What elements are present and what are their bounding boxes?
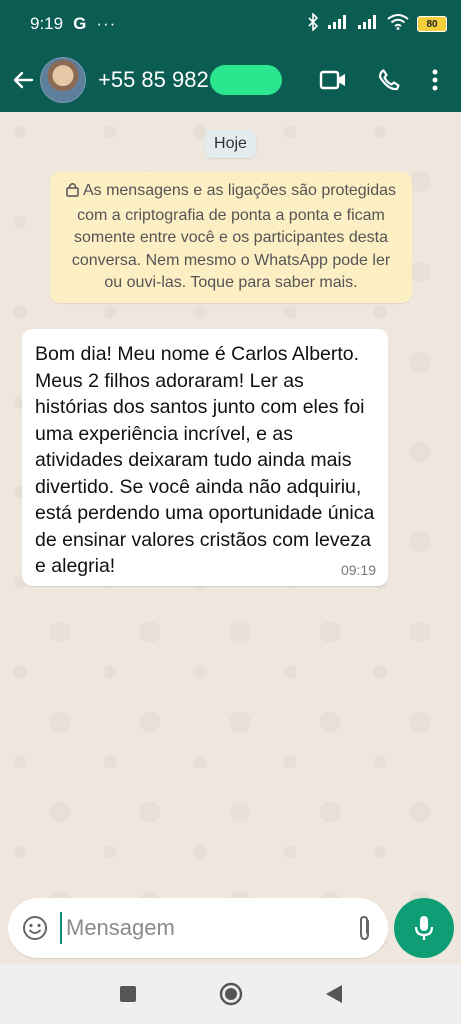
more-options-button[interactable] bbox=[431, 68, 439, 92]
lock-icon bbox=[66, 182, 79, 205]
status-bar: 9:19 G ··· 80 bbox=[0, 0, 461, 48]
wifi-icon bbox=[387, 13, 409, 35]
date-chip: Hoje bbox=[204, 130, 257, 158]
phone-icon bbox=[378, 69, 400, 91]
composer bbox=[8, 898, 422, 958]
header-actions bbox=[319, 68, 461, 92]
circle-icon bbox=[219, 982, 242, 1006]
microphone-icon bbox=[414, 916, 434, 940]
message-bubble[interactable]: Bom dia! Meu nome é Carlos Alberto. Meus… bbox=[22, 329, 388, 586]
status-left: 9:19 G ··· bbox=[30, 14, 116, 34]
contact-name[interactable]: +55 85 982 1 bbox=[98, 65, 282, 95]
message-input[interactable] bbox=[60, 912, 356, 944]
more-notifications-icon: ··· bbox=[96, 14, 117, 33]
attach-button[interactable] bbox=[356, 914, 374, 942]
battery-icon: 80 bbox=[417, 16, 447, 32]
voice-call-button[interactable] bbox=[377, 68, 401, 92]
voice-message-button[interactable] bbox=[394, 898, 454, 958]
back-button[interactable] bbox=[6, 60, 40, 100]
status-time: 9:19 bbox=[30, 14, 64, 33]
avatar[interactable] bbox=[40, 57, 86, 103]
chat-header: +55 85 982 1 bbox=[0, 48, 461, 112]
message-text: Bom dia! Meu nome é Carlos Alberto. Meus… bbox=[35, 343, 375, 577]
chat-area[interactable]: Hoje As mensagens e as ligações são prot… bbox=[0, 112, 461, 964]
square-icon bbox=[119, 986, 136, 1002]
status-right: 80 bbox=[307, 11, 447, 36]
back-nav-button[interactable] bbox=[325, 984, 343, 1004]
video-call-button[interactable] bbox=[319, 69, 347, 91]
system-nav-bar bbox=[0, 964, 461, 1024]
more-vert-icon bbox=[432, 69, 438, 91]
video-call-icon bbox=[319, 70, 345, 90]
emoji-button[interactable] bbox=[22, 915, 48, 941]
encryption-notice-text: As mensagens e as ligações são protegida… bbox=[71, 182, 397, 291]
google-icon: G bbox=[73, 14, 87, 33]
bluetooth-icon bbox=[307, 11, 319, 36]
encryption-notice[interactable]: As mensagens e as ligações são protegida… bbox=[50, 172, 412, 303]
redaction-mark bbox=[210, 65, 282, 95]
contact-name-text: +55 85 982 1 bbox=[98, 67, 228, 92]
emoji-icon bbox=[23, 916, 47, 940]
signal-icon bbox=[327, 14, 349, 35]
home-button[interactable] bbox=[219, 982, 243, 1006]
back-arrow-icon bbox=[13, 71, 34, 89]
triangle-back-icon bbox=[325, 985, 342, 1003]
signal-icon bbox=[357, 14, 379, 35]
recents-button[interactable] bbox=[119, 985, 137, 1003]
paperclip-icon bbox=[360, 915, 369, 941]
